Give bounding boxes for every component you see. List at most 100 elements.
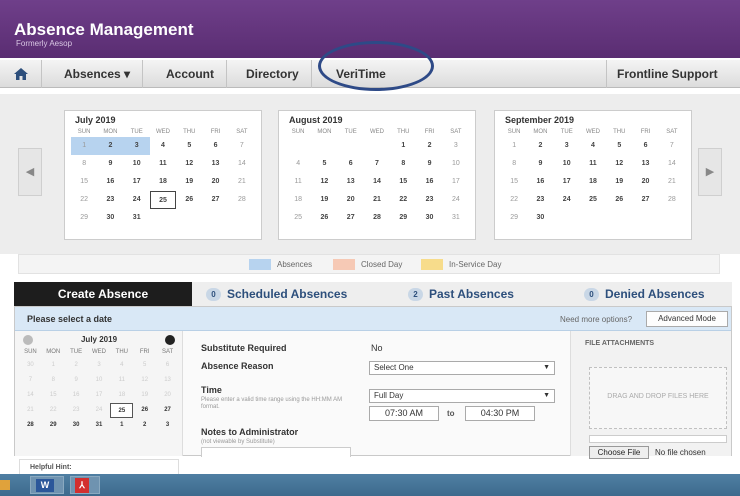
mini-calendar-day[interactable]: 31 (88, 418, 111, 433)
calendar-day[interactable]: 6 (202, 137, 228, 155)
mini-calendar-day[interactable]: 6 (156, 358, 179, 373)
calendar-day[interactable]: 27 (338, 209, 364, 227)
tab-scheduled-absences[interactable]: 0 Scheduled Absences (206, 282, 382, 306)
calendar-day[interactable]: 2 (527, 137, 553, 155)
mini-calendar-day[interactable]: 3 (88, 358, 111, 373)
calendar-day[interactable]: 9 (416, 155, 442, 173)
calendar-day[interactable]: 19 (176, 173, 202, 191)
calendar-day[interactable]: 24 (443, 191, 469, 209)
mini-calendar-day[interactable]: 29 (42, 418, 65, 433)
mini-calendar-day[interactable]: 18 (110, 388, 133, 403)
mini-calendar-day[interactable]: 3 (156, 418, 179, 433)
taskbar-word-button[interactable]: W (30, 476, 64, 494)
mini-calendar-day[interactable]: 10 (88, 373, 111, 388)
calendar-day[interactable]: 17 (124, 173, 150, 191)
tab-denied-absences[interactable]: 0 Denied Absences (584, 282, 732, 306)
calendar-day[interactable]: 4 (150, 137, 176, 155)
calendar-day[interactable]: 29 (390, 209, 416, 227)
calendar-day[interactable]: 4 (580, 137, 606, 155)
calendar-day[interactable]: 19 (311, 191, 337, 209)
calendar-day[interactable]: 12 (606, 155, 632, 173)
mini-calendar-day[interactable]: 12 (133, 373, 156, 388)
calendar-day[interactable]: 5 (176, 137, 202, 155)
calendar-day[interactable]: 21 (364, 191, 390, 209)
nav-veritime[interactable]: VeriTime (324, 60, 398, 88)
calendar-day[interactable]: 5 (311, 155, 337, 173)
mini-calendar-day[interactable]: 24 (88, 403, 111, 418)
calendar-day[interactable]: 8 (71, 155, 97, 173)
notes-textarea[interactable] (201, 447, 351, 457)
calendar-day[interactable]: 18 (150, 173, 176, 191)
calendar-day[interactable]: 19 (606, 173, 632, 191)
calendar-day[interactable]: 24 (554, 191, 580, 209)
calendar-day[interactable]: 26 (606, 191, 632, 209)
nav-directory[interactable]: Directory (234, 60, 312, 88)
mini-next-icon[interactable] (165, 335, 175, 345)
mini-calendar-day[interactable]: 7 (19, 373, 42, 388)
calendar-day[interactable]: 9 (527, 155, 553, 173)
calendar-day[interactable]: 20 (202, 173, 228, 191)
calendar-day[interactable]: 13 (338, 173, 364, 191)
calendar-day[interactable]: 2 (97, 137, 124, 155)
day-type-select[interactable]: Full Day ▼ (369, 389, 555, 403)
calendar-day[interactable]: 15 (390, 173, 416, 191)
mini-calendar-day[interactable]: 21 (19, 403, 42, 418)
mini-calendar-day[interactable]: 1 (110, 418, 133, 433)
calendar-day[interactable]: 28 (659, 191, 685, 209)
mini-calendar-day[interactable]: 23 (65, 403, 88, 418)
mini-calendar-day[interactable]: 25 (110, 403, 134, 418)
end-time-input[interactable]: 04:30 PM (465, 406, 535, 421)
calendar-day[interactable]: 5 (606, 137, 632, 155)
mini-calendar-day[interactable]: 2 (133, 418, 156, 433)
mini-calendar-day[interactable]: 8 (42, 373, 65, 388)
mini-calendar-day[interactable]: 28 (19, 418, 42, 433)
calendar-day[interactable]: 16 (527, 173, 553, 191)
taskbar-pdf-button[interactable]: ⅄ (70, 476, 100, 494)
mini-calendar-day[interactable]: 30 (19, 358, 42, 373)
calendar-day[interactable]: 7 (364, 155, 390, 173)
calendar-day[interactable]: 31 (124, 209, 150, 227)
calendar-day[interactable]: 9 (97, 155, 123, 173)
calendar-day[interactable]: 2 (416, 137, 442, 155)
tab-past-absences[interactable]: 2 Past Absences (408, 282, 548, 306)
nav-home[interactable] (0, 60, 42, 88)
calendar-day[interactable]: 17 (443, 173, 469, 191)
nav-frontline-support[interactable]: Frontline Support (606, 60, 740, 88)
calendar-day[interactable]: 23 (527, 191, 553, 209)
calendar-day[interactable]: 31 (443, 209, 469, 227)
calendar-day[interactable]: 14 (659, 155, 685, 173)
choose-file-button[interactable]: Choose File (589, 446, 649, 459)
calendar-day[interactable]: 30 (97, 209, 123, 227)
calendar-day[interactable]: 29 (501, 209, 527, 227)
calendar-next-button[interactable]: ▶ (698, 148, 722, 196)
mini-calendar-day[interactable]: 15 (42, 388, 65, 403)
taskbar-folder-icon[interactable] (0, 480, 10, 490)
calendar-day[interactable]: 21 (229, 173, 255, 191)
calendar-day[interactable]: 25 (580, 191, 606, 209)
calendar-day[interactable]: 30 (527, 209, 553, 227)
calendar-day[interactable]: 18 (580, 173, 606, 191)
nav-absences[interactable]: Absences ▾ (52, 60, 144, 88)
calendar-day[interactable]: 24 (124, 191, 150, 209)
calendar-day[interactable]: 11 (150, 155, 176, 173)
calendar-day[interactable]: 8 (501, 155, 527, 173)
calendar-day[interactable]: 3 (123, 137, 150, 155)
mini-calendar-day[interactable]: 19 (133, 388, 156, 403)
calendar-day[interactable]: 4 (285, 155, 311, 173)
calendar-day[interactable]: 28 (229, 191, 255, 209)
calendar-day[interactable]: 1 (501, 137, 527, 155)
calendar-day[interactable]: 16 (97, 173, 123, 191)
mini-calendar-day[interactable]: 11 (110, 373, 133, 388)
calendar-day[interactable]: 6 (632, 137, 658, 155)
calendar-day[interactable]: 11 (285, 173, 311, 191)
mini-calendar-day[interactable]: 27 (156, 403, 179, 418)
calendar-day[interactable]: 29 (71, 209, 97, 227)
calendar-day[interactable]: 22 (71, 191, 97, 209)
advanced-mode-button[interactable]: Advanced Mode (646, 311, 728, 327)
mini-calendar-day[interactable]: 14 (19, 388, 42, 403)
mini-calendar-day[interactable]: 16 (65, 388, 88, 403)
calendar-day[interactable]: 13 (632, 155, 658, 173)
calendar-day[interactable]: 8 (390, 155, 416, 173)
calendar-day[interactable]: 10 (443, 155, 469, 173)
calendar-day[interactable]: 10 (554, 155, 580, 173)
